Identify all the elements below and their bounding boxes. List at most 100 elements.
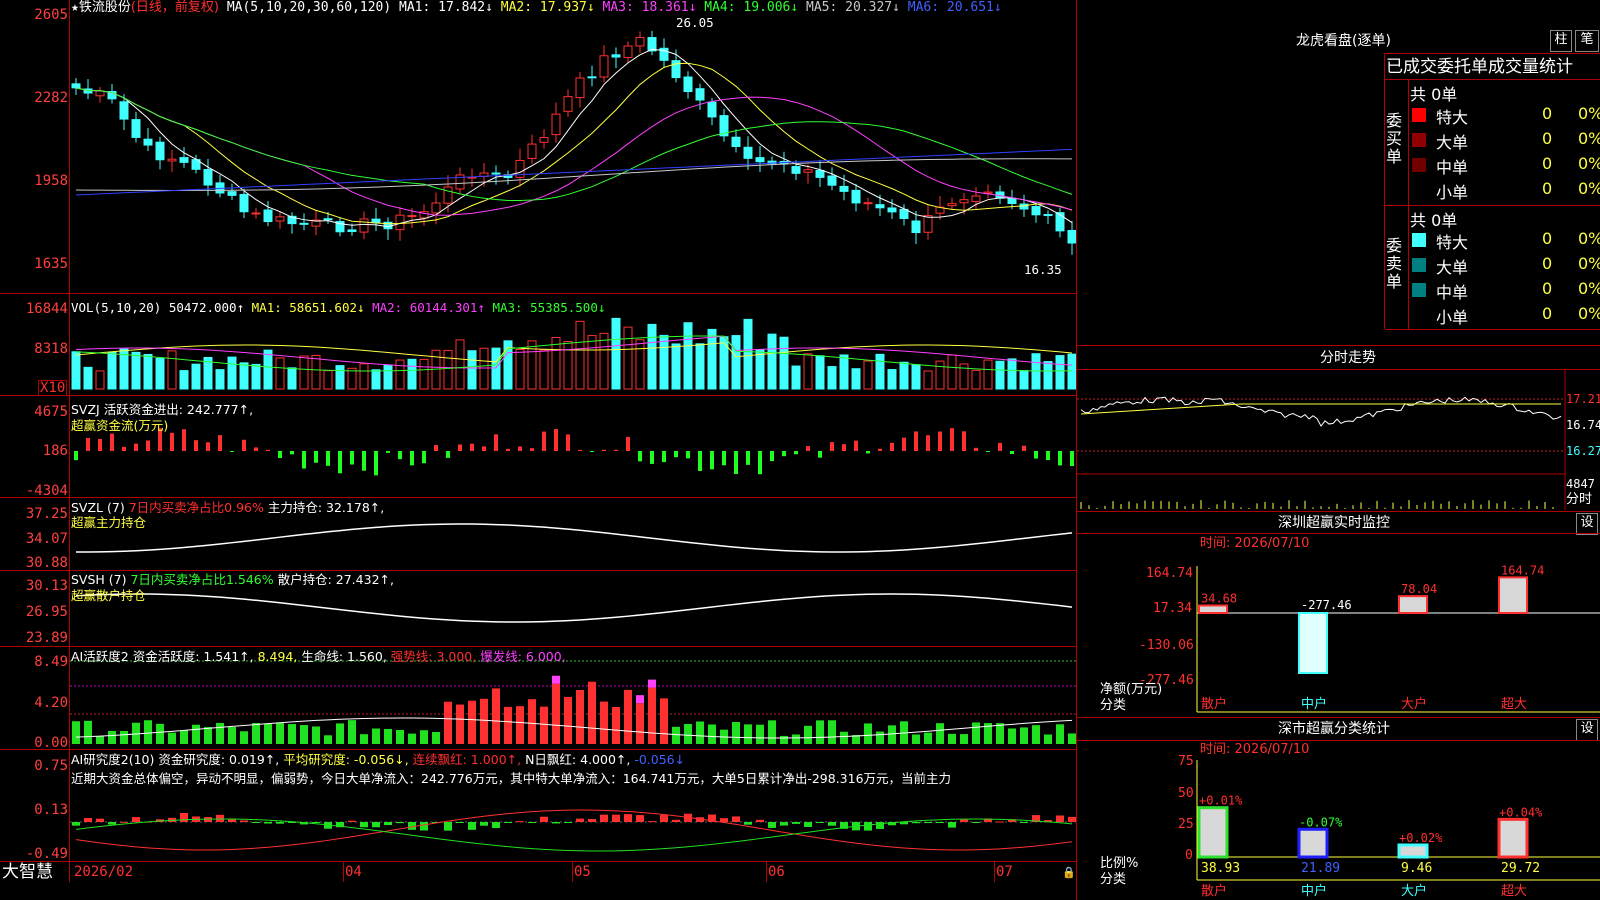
ai-research-title: AI研究度2(10) bbox=[71, 752, 155, 767]
star-icon[interactable]: ★ bbox=[71, 0, 79, 15]
stock-name[interactable]: 铁流股份 bbox=[79, 0, 131, 15]
candle-body bbox=[851, 189, 861, 204]
classify-bar bbox=[1397, 843, 1429, 859]
monitor-cat-label: 超大 bbox=[1501, 697, 1527, 712]
volume-bar bbox=[383, 364, 393, 390]
monitor-cat-label: 中户 bbox=[1301, 696, 1327, 712]
activity-bar bbox=[312, 726, 320, 744]
research-bar bbox=[420, 822, 428, 831]
candle-body bbox=[227, 191, 237, 196]
ma2-value: MA2: 17.937↓ bbox=[500, 0, 595, 15]
buy-row-pct: 0% bbox=[1578, 129, 1600, 148]
research-bar bbox=[636, 815, 644, 822]
activity-bar bbox=[540, 706, 548, 744]
monitor-y-tick-3: -130.06 bbox=[1139, 638, 1194, 653]
volume-bar bbox=[575, 320, 585, 390]
svzj-bar bbox=[962, 431, 966, 451]
classify-bar bbox=[1297, 827, 1329, 859]
volume-bar bbox=[275, 357, 285, 390]
activity-bar bbox=[396, 729, 404, 744]
candle-body bbox=[1031, 206, 1041, 216]
research-bar bbox=[504, 822, 512, 823]
svzj-bar bbox=[614, 449, 618, 451]
svzl-y-tick-3: 30.88 bbox=[25, 555, 68, 571]
svzj-bar bbox=[1058, 451, 1062, 466]
classify-time: 时间: 2026/07/10 bbox=[1200, 742, 1310, 757]
price-y-tick-3: 1958 bbox=[34, 173, 68, 189]
candle-body bbox=[575, 77, 585, 99]
ai-active-v1: 资金活跃度: 1.541↑, bbox=[132, 649, 254, 664]
buy-swatch-2 bbox=[1412, 158, 1426, 172]
svzj-bar bbox=[794, 451, 798, 455]
dragon-bar-mode-button[interactable]: 柱 bbox=[1550, 30, 1572, 52]
volume-bar bbox=[695, 343, 705, 390]
volume-bar bbox=[539, 349, 549, 390]
activity-bar bbox=[288, 724, 296, 744]
x-label-jun: 06 bbox=[768, 864, 785, 880]
research-bar bbox=[240, 820, 248, 822]
monitor-bar-label: 78.04 bbox=[1401, 582, 1437, 596]
svzj-bar bbox=[710, 451, 714, 470]
volume-bar bbox=[623, 326, 633, 390]
research-bar bbox=[216, 814, 224, 822]
activity-bar bbox=[72, 721, 80, 744]
activity-bar bbox=[516, 706, 524, 744]
activity-bar bbox=[192, 724, 200, 744]
monitor-cat-label: 分类 bbox=[1100, 698, 1127, 713]
ai-research-v2: 平均研究度: -0.056↓, bbox=[283, 752, 409, 767]
research-bar bbox=[120, 821, 128, 823]
svzl-panel-header: SVZL (7) 7日内买卖净占比0.96% 主力持仓: 32.178↑, bbox=[71, 501, 384, 515]
volume-bar bbox=[371, 369, 381, 390]
volume-bar bbox=[803, 353, 813, 390]
dragon-tick-mode-button[interactable]: 笔 bbox=[1575, 30, 1599, 52]
price-y-tick-1: 2605 bbox=[34, 7, 68, 23]
research-bar bbox=[72, 822, 80, 826]
ai-active-y-tick-3: 0.00 bbox=[34, 735, 68, 751]
volume-bar bbox=[659, 334, 669, 390]
research-bar bbox=[600, 814, 608, 822]
classify-bar-value: 38.93 bbox=[1201, 861, 1240, 876]
intraday-y-tick-1: 17.21 bbox=[1566, 392, 1600, 406]
volume-bar bbox=[923, 370, 933, 390]
candle-body bbox=[1055, 212, 1065, 232]
x-label-apr: 04 bbox=[345, 864, 362, 880]
classify-settings-button[interactable]: 设 bbox=[1576, 719, 1598, 741]
candle-body bbox=[263, 209, 273, 223]
volume-bar bbox=[851, 368, 861, 390]
svzj-bar bbox=[506, 448, 510, 451]
svzl-title: SVZL (7) bbox=[71, 500, 125, 515]
classify-bar bbox=[1197, 806, 1229, 859]
svzj-bar bbox=[218, 435, 222, 451]
svzl-line bbox=[75, 523, 1073, 553]
research-bar bbox=[924, 822, 932, 823]
research-bar bbox=[564, 822, 572, 823]
vol-ma2: MA2: 60144.301↑ bbox=[372, 300, 485, 315]
ma4-value: MA4: 19.006↓ bbox=[704, 0, 799, 15]
svsh-line bbox=[75, 593, 1073, 623]
price-ma3-line bbox=[75, 87, 1073, 216]
activity-bar bbox=[432, 731, 440, 744]
svzj-bar bbox=[662, 451, 666, 463]
research-bar bbox=[756, 819, 764, 822]
monitor-settings-button[interactable]: 设 bbox=[1576, 513, 1598, 535]
volume-bar bbox=[791, 365, 801, 390]
svzj-bar bbox=[494, 434, 498, 451]
activity-bar bbox=[384, 728, 392, 744]
activity-bar bbox=[936, 723, 944, 744]
candle-body bbox=[1043, 214, 1053, 217]
sell-row-name: 大单 bbox=[1436, 258, 1469, 277]
period-label[interactable]: (日线，前复权) bbox=[131, 0, 219, 15]
activity-bar bbox=[372, 728, 380, 744]
volume-bar bbox=[911, 364, 921, 390]
classify-cat-label: 超大 bbox=[1501, 884, 1527, 899]
volume-bar bbox=[1007, 358, 1017, 390]
lock-icon[interactable]: 🔒 bbox=[1062, 866, 1076, 880]
buy-row-value: 0 bbox=[1542, 104, 1553, 123]
activity-bar bbox=[912, 734, 920, 744]
volume-bar bbox=[167, 350, 177, 390]
candle-body bbox=[95, 90, 105, 97]
svzj-bar bbox=[518, 446, 522, 451]
svzl-y-tick-2: 34.07 bbox=[25, 531, 68, 547]
svzj-bar bbox=[230, 451, 234, 452]
activity-bar bbox=[696, 721, 704, 744]
